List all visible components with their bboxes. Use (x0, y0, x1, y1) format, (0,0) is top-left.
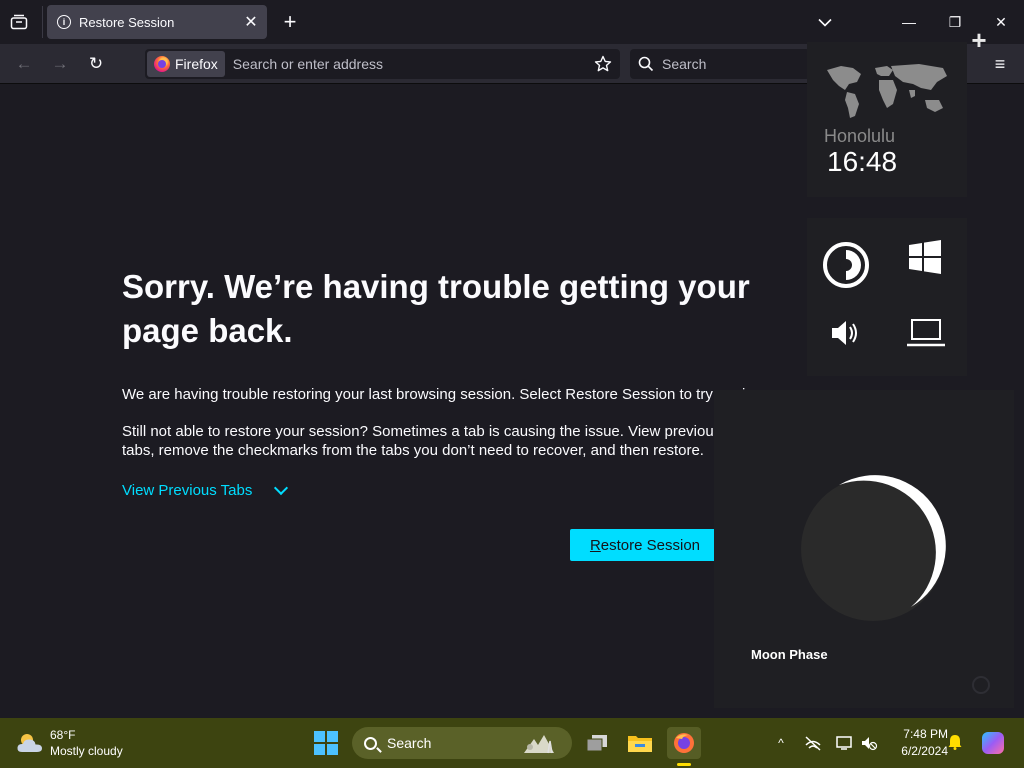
tab-strip: i Restore Session ✕ + — ❐ ✕ (0, 0, 1024, 44)
active-app-indicator (677, 763, 691, 766)
clock-time: 16:48 (827, 146, 898, 177)
moon-phase-icon (801, 475, 946, 621)
tray-date: 6/2/2024 (901, 744, 948, 758)
power-icon[interactable] (972, 676, 990, 694)
taskbar-search[interactable]: Search (352, 727, 572, 759)
url-bar[interactable]: Firefox Search or enter address (145, 49, 620, 79)
windows-logo-icon[interactable] (900, 232, 950, 282)
weather-widget[interactable]: 68°F Mostly cloudy (16, 727, 123, 759)
identity-label: Firefox (175, 56, 218, 72)
chevron-down-icon (274, 480, 289, 495)
restore-window-button[interactable]: ❐ (940, 8, 970, 36)
restore-accesskey: R (589, 536, 601, 554)
taskbar: 68°F Mostly cloudy Search ^ 7:48 PM 6/2/… (0, 718, 1024, 768)
forward-button[interactable]: → (48, 52, 72, 76)
tab-restore-session[interactable]: i Restore Session ✕ (47, 5, 267, 39)
search-highlight-icon (524, 735, 554, 754)
firefox-taskbar-icon[interactable] (667, 727, 701, 759)
previous-tabs-description: Still not able to restore your session? … (122, 423, 722, 459)
moon-phase-gadget[interactable]: Moon Phase (714, 390, 1014, 708)
close-window-button[interactable]: ✕ (986, 8, 1016, 36)
tray-clock[interactable]: 7:48 PM 6/2/2024 (884, 726, 948, 760)
restore-session-button[interactable]: Restore Session (570, 529, 720, 561)
weather-temp: 68°F (50, 728, 76, 742)
list-all-tabs-icon[interactable] (8, 12, 30, 32)
copilot-icon[interactable] (982, 732, 1004, 754)
partly-cloudy-icon (17, 734, 42, 752)
search-icon (638, 56, 654, 72)
show-hidden-icons-chevron[interactable]: ^ (772, 734, 790, 752)
restore-description: We are having trouble restoring your las… (122, 386, 758, 403)
search-bar-placeholder: Search (662, 56, 707, 72)
add-gadget-icon[interactable]: + (968, 25, 990, 55)
tab-close-icon[interactable]: ✕ (239, 10, 263, 34)
laptop-icon[interactable] (901, 308, 951, 358)
url-input[interactable]: Search or enter address (233, 56, 590, 72)
bookmark-star-icon[interactable] (590, 51, 616, 77)
task-view-icon[interactable] (580, 727, 614, 759)
tray-time: 7:48 PM (903, 727, 948, 741)
new-tab-button[interactable]: + (278, 9, 302, 34)
restore-button-label: estore Session (600, 536, 701, 554)
clock-city: Honolulu (824, 126, 896, 146)
search-bar[interactable]: Search (630, 49, 810, 79)
search-icon (364, 736, 377, 750)
taskbar-search-label: Search (387, 735, 432, 751)
display-icon[interactable] (836, 734, 854, 752)
world-map-icon (827, 64, 947, 118)
weather-condition: Mostly cloudy (50, 744, 123, 758)
info-icon: i (57, 15, 71, 29)
start-button[interactable] (314, 731, 338, 755)
moon-phase-label: Moon Phase (751, 647, 828, 662)
view-previous-tabs-link[interactable]: View Previous Tabs (122, 480, 289, 499)
speaker-volume-icon[interactable] (821, 308, 871, 358)
firefox-logo-icon (154, 56, 170, 72)
list-tabs-chevron-icon[interactable] (810, 8, 840, 36)
reload-button[interactable]: ↻ (84, 52, 108, 76)
world-clock-gadget[interactable]: Honolulu 16:48 (807, 42, 967, 197)
network-disabled-icon[interactable] (804, 734, 822, 752)
view-previous-tabs-label: View Previous Tabs (122, 482, 253, 499)
notification-bell-icon[interactable] (948, 734, 962, 750)
page-title: Sorry. We’re having trouble getting your… (122, 268, 750, 349)
volume-muted-icon[interactable] (860, 734, 878, 752)
tab-separator (42, 6, 43, 38)
contrast-icon[interactable] (821, 240, 871, 290)
control-system-gadget[interactable] (807, 218, 967, 376)
file-explorer-icon[interactable] (623, 727, 657, 759)
back-button[interactable]: ← (12, 52, 36, 76)
tab-title: Restore Session (79, 14, 175, 30)
minimize-button[interactable]: — (894, 8, 924, 36)
identity-box[interactable]: Firefox (147, 51, 225, 77)
app-menu-button[interactable]: ≡ (988, 52, 1012, 76)
